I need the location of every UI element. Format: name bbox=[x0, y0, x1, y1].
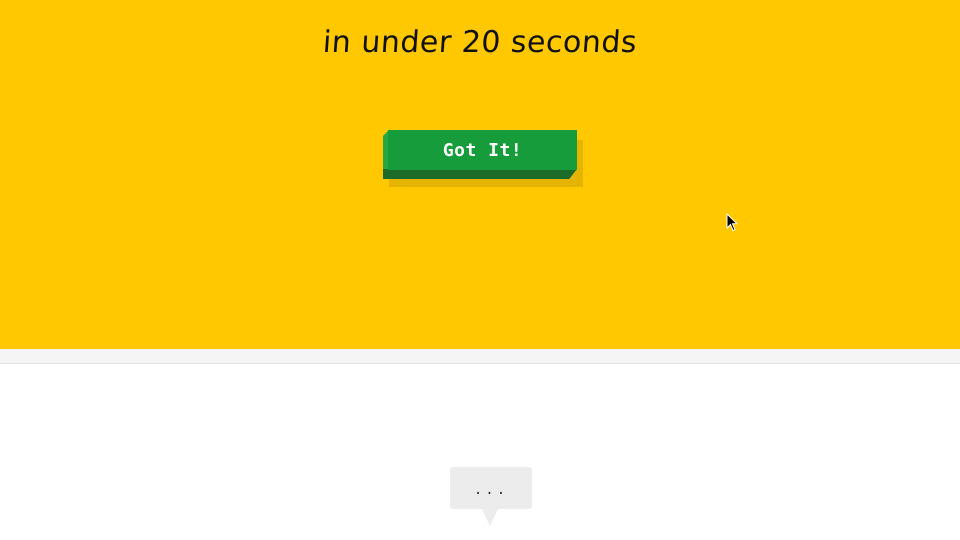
section-divider bbox=[0, 349, 960, 364]
page: in under 20 seconds Got It! ... bbox=[0, 0, 960, 540]
bubble-tail bbox=[482, 509, 498, 526]
got-it-button-container: Got It! bbox=[383, 130, 583, 187]
hero-section: in under 20 seconds Got It! bbox=[0, 0, 960, 349]
mouse-pointer-icon bbox=[726, 213, 738, 232]
headline: in under 20 seconds bbox=[321, 25, 639, 60]
typing-indicator-bubble: ... bbox=[450, 467, 532, 509]
button-bottom-edge bbox=[383, 169, 577, 179]
got-it-button[interactable]: Got It! bbox=[388, 130, 577, 170]
